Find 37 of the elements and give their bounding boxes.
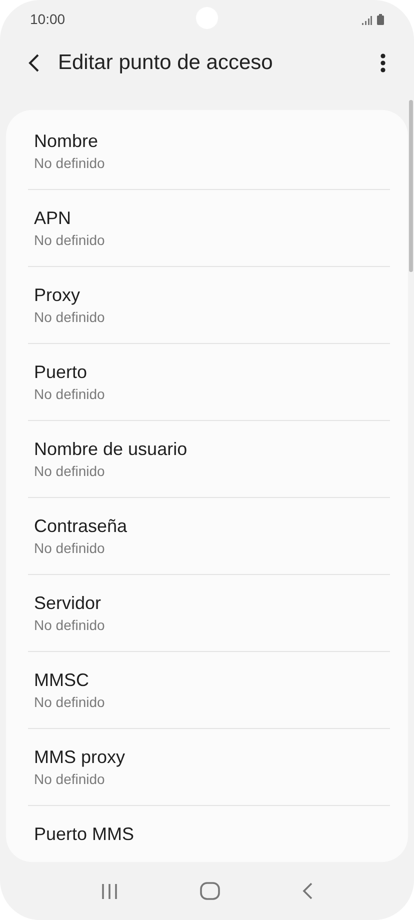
item-value: No definido xyxy=(34,616,105,634)
item-value: No definido xyxy=(34,539,105,557)
home-icon[interactable] xyxy=(200,882,220,900)
recent-apps-icon[interactable] xyxy=(101,882,118,900)
settings-item[interactable]: APN No definido xyxy=(6,195,408,261)
item-value: No definido xyxy=(34,231,105,249)
more-options-icon xyxy=(380,53,386,73)
settings-item[interactable]: Puerto MMS xyxy=(6,811,408,862)
item-title: Contraseña xyxy=(34,515,128,537)
settings-item[interactable]: Puerto No definido xyxy=(6,349,408,415)
item-value: No definido xyxy=(34,693,105,711)
item-title: Proxy xyxy=(34,284,80,306)
item-title: Puerto xyxy=(34,361,88,383)
status-time: 10:00 xyxy=(30,11,66,27)
settings-item[interactable]: MMS proxy No definido xyxy=(6,734,408,800)
item-value: No definido xyxy=(34,154,105,172)
settings-item[interactable]: Servidor No definido xyxy=(6,580,408,646)
settings-item[interactable]: MMSC No definido xyxy=(6,657,408,723)
item-value: No definido xyxy=(34,462,105,480)
settings-item[interactable]: Nombre de usuario No definido xyxy=(6,426,408,492)
item-title: APN xyxy=(34,207,72,229)
item-value: No definido xyxy=(34,308,105,326)
settings-item[interactable]: Contraseña No definido xyxy=(6,503,408,569)
settings-item[interactable]: Proxy No definido xyxy=(6,272,408,338)
item-title: Nombre de usuario xyxy=(34,438,188,460)
item-title: MMSC xyxy=(34,669,89,691)
item-value: No definido xyxy=(34,385,105,403)
item-title: Servidor xyxy=(34,592,102,614)
item-value: No definido xyxy=(34,770,105,788)
battery-icon xyxy=(377,14,384,24)
page-title: Editar punto de acceso xyxy=(58,51,274,75)
item-title: Nombre xyxy=(34,130,98,152)
signal-icon xyxy=(362,16,372,24)
item-title: MMS proxy xyxy=(34,746,126,768)
back-icon[interactable] xyxy=(302,882,313,900)
item-title: Puerto MMS xyxy=(34,823,134,845)
settings-item[interactable]: Nombre No definido xyxy=(6,118,408,184)
